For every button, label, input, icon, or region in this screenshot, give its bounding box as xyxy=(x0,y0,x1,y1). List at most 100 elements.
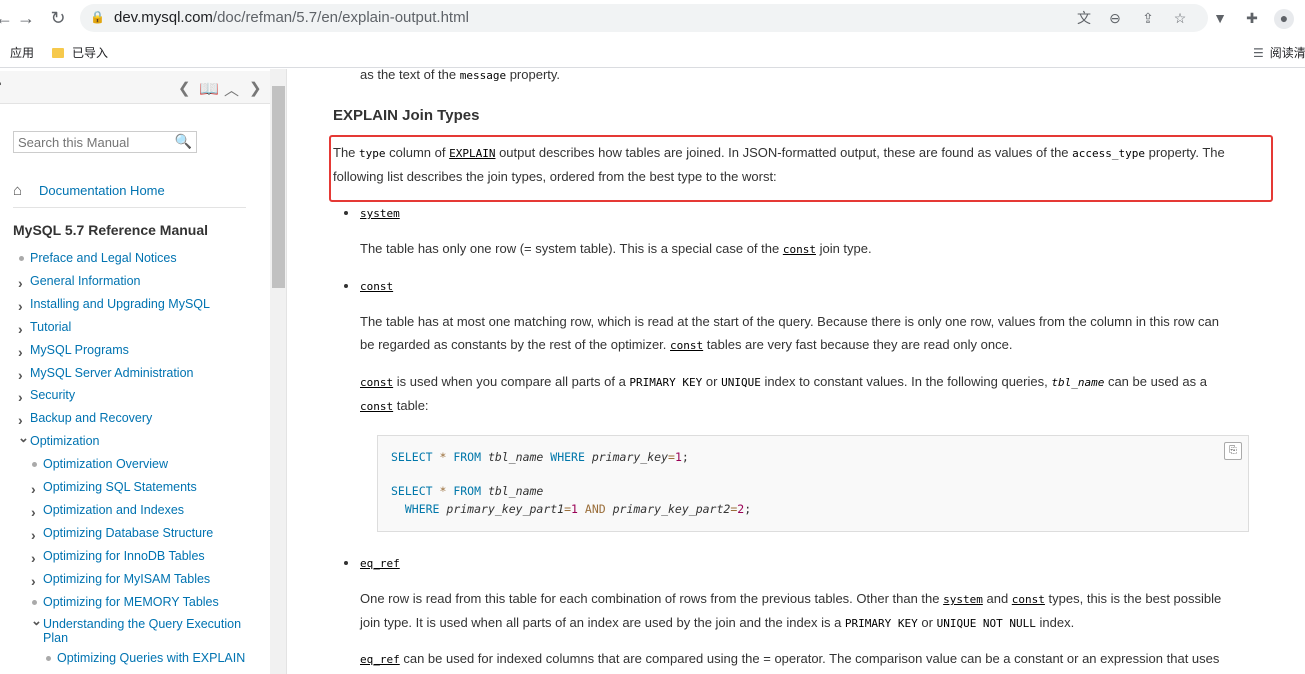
bullet-dot-icon xyxy=(19,256,24,261)
copy-icon[interactable]: ⎘ xyxy=(1224,442,1242,460)
main-content: as the text of the message property. EXP… xyxy=(287,69,1305,674)
toc-item-label[interactable]: MySQL Programs xyxy=(30,343,129,357)
manual-title: MySQL 5.7 Reference Manual xyxy=(13,222,209,238)
term-const[interactable]: const xyxy=(360,274,393,298)
search-input[interactable] xyxy=(18,134,168,150)
const-usage: const is used when you compare all parts… xyxy=(360,370,1207,418)
folder-icon xyxy=(52,48,64,58)
documentation-home-link[interactable]: ⌂ Documentation Home xyxy=(13,182,165,199)
collapse-handle-icon[interactable]: ▪ xyxy=(0,79,2,90)
chevron-down-icon[interactable]: ⌄ xyxy=(31,613,42,629)
toc-item-label-continued[interactable]: Plan xyxy=(43,631,68,645)
toc-item-label[interactable]: Preface and Legal Notices xyxy=(30,251,177,265)
system-link[interactable]: system xyxy=(943,593,983,606)
chevron-down-icon[interactable]: ⌄ xyxy=(18,430,29,446)
zoom-icon[interactable]: ⊖ xyxy=(1106,9,1124,27)
up-page-icon[interactable]: ︿ xyxy=(224,79,239,100)
const-link[interactable]: const xyxy=(360,376,393,389)
sidebar-nav-header: ▪ ❮ 📖 ︿ ❯ xyxy=(0,71,270,104)
toc-item-label[interactable]: Optimizing for InnoDB Tables xyxy=(43,549,205,563)
const-link[interactable]: const xyxy=(1012,593,1045,606)
system-description: The table has only one row (= system tab… xyxy=(360,241,872,256)
chevron-right-icon[interactable]: › xyxy=(18,389,23,405)
term-eq-ref[interactable]: eq_ref xyxy=(360,551,400,575)
eq-ref-usage: eq_ref can be used for indexed columns t… xyxy=(360,651,1220,666)
chevron-right-icon[interactable]: › xyxy=(18,412,23,428)
explain-link[interactable]: EXPLAIN xyxy=(449,147,495,160)
const-usage-line-2: const table: xyxy=(360,398,429,413)
translate-icon[interactable]: 文 xyxy=(1075,9,1093,27)
sidebar-divider xyxy=(13,207,246,208)
bookmark-star-icon[interactable]: ☆ xyxy=(1171,9,1189,27)
toc-item-label[interactable]: Optimizing Database Structure xyxy=(43,526,213,540)
bookmarks-bar: 应用 已导入 ☰ 阅读清 xyxy=(0,36,1305,68)
bullet-dot-icon xyxy=(32,599,37,605)
bullet-dot xyxy=(344,284,348,288)
chevron-right-icon[interactable]: › xyxy=(31,550,36,566)
chevron-right-icon[interactable]: › xyxy=(31,504,36,520)
docs-sidebar: ▪ ❮ 📖 ︿ ❯ 🔍 ⌂ Documentation Home MySQL 5.… xyxy=(0,69,287,674)
bookmark-apps[interactable]: 应用 xyxy=(10,44,34,61)
sidebar-scrollbar-thumb[interactable] xyxy=(272,86,285,288)
const-desc-line-1: The table has at most one matching row, … xyxy=(360,314,1219,329)
section-heading: EXPLAIN Join Types xyxy=(333,107,480,124)
bullet-dot-icon xyxy=(32,462,37,468)
reading-list[interactable]: ☰ 阅读清 xyxy=(1253,44,1305,61)
chevron-right-icon[interactable]: › xyxy=(31,481,36,497)
toc-item-label[interactable]: Optimization and Indexes xyxy=(43,503,184,517)
term-system[interactable]: system xyxy=(360,201,400,225)
sql-code-block: ⎘ SELECT * FROM tbl_name WHERE primary_k… xyxy=(377,435,1249,532)
extension-v-icon[interactable]: ▼ xyxy=(1211,9,1229,27)
bookmark-imported[interactable]: 已导入 xyxy=(52,44,108,61)
bookmark-imported-label: 已导入 xyxy=(72,46,109,60)
toc-item-label[interactable]: Optimizing Queries with EXPLAIN xyxy=(57,651,245,665)
url-text[interactable]: dev.mysql.com/doc/refman/5.7/en/explain-… xyxy=(114,9,469,26)
prev-page-icon[interactable]: ❮ xyxy=(178,79,191,97)
toc-item-label[interactable]: General Information xyxy=(30,274,140,288)
home-icon: ⌂ xyxy=(13,182,23,199)
profile-avatar-icon[interactable]: ● xyxy=(1274,9,1294,29)
toc-item-label[interactable]: Understanding the Query Execution xyxy=(43,617,241,631)
toc-item-label[interactable]: Tutorial xyxy=(30,320,71,334)
reload-icon[interactable]: ↻ xyxy=(48,8,68,28)
toc-item-label[interactable]: Installing and Upgrading MySQL xyxy=(30,297,210,311)
book-toc-icon[interactable]: 📖 xyxy=(199,79,219,99)
eq-ref-description: One row is read from this table for each… xyxy=(360,587,1221,635)
chevron-right-icon[interactable]: › xyxy=(31,573,36,589)
const-usage-line-1: const is used when you compare all parts… xyxy=(360,374,1207,389)
chevron-right-icon[interactable]: › xyxy=(18,298,23,314)
toc-item-label[interactable]: Optimization Overview xyxy=(43,457,168,471)
reading-list-icon: ☰ xyxy=(1253,46,1264,60)
back-icon[interactable]: ← xyxy=(0,8,14,28)
manual-search[interactable]: 🔍 xyxy=(13,131,197,153)
toc-item-label[interactable]: Optimizing for MyISAM Tables xyxy=(43,572,210,586)
code-line-2: SELECT * FROM tbl_name xyxy=(391,484,544,498)
toc-item-label[interactable]: Optimization xyxy=(30,434,99,448)
chevron-right-icon[interactable]: › xyxy=(31,527,36,543)
toc-item-label[interactable]: Optimizing for MEMORY Tables xyxy=(43,595,219,609)
chevron-right-icon[interactable]: › xyxy=(18,344,23,360)
chevron-right-icon[interactable]: › xyxy=(18,321,23,337)
forward-icon[interactable]: → xyxy=(16,8,36,28)
eq-ref-link[interactable]: eq_ref xyxy=(360,653,400,666)
documentation-home-label: Documentation Home xyxy=(39,183,165,198)
extensions-puzzle-icon[interactable]: ✚ xyxy=(1243,9,1261,27)
toc-item-label[interactable]: Optimizing SQL Statements xyxy=(43,480,197,494)
const-description: The table has at most one matching row, … xyxy=(360,310,1219,357)
share-icon[interactable]: ⇪ xyxy=(1139,9,1157,27)
search-icon[interactable]: 🔍 xyxy=(175,133,192,150)
toc-item-label[interactable]: MySQL Server Administration xyxy=(30,366,193,380)
const-link[interactable]: const xyxy=(670,339,703,352)
chevron-right-icon[interactable]: › xyxy=(18,275,23,291)
next-page-icon[interactable]: ❯ xyxy=(249,79,262,97)
code-line-1: SELECT * FROM tbl_name WHERE primary_key… xyxy=(391,450,689,464)
eq-ref-desc-line-2: join type. It is used when all parts of … xyxy=(360,615,1075,630)
const-link[interactable]: const xyxy=(360,400,393,413)
toc-item-label[interactable]: Security xyxy=(30,388,75,402)
chevron-right-icon[interactable]: › xyxy=(18,367,23,383)
const-desc-line-2: be regarded as constants by the rest of … xyxy=(360,337,1013,352)
toc-item-label[interactable]: Backup and Recovery xyxy=(30,411,152,425)
const-link[interactable]: const xyxy=(783,243,816,256)
bullet-dot xyxy=(344,211,348,215)
lock-icon[interactable]: 🔒 xyxy=(90,10,105,24)
